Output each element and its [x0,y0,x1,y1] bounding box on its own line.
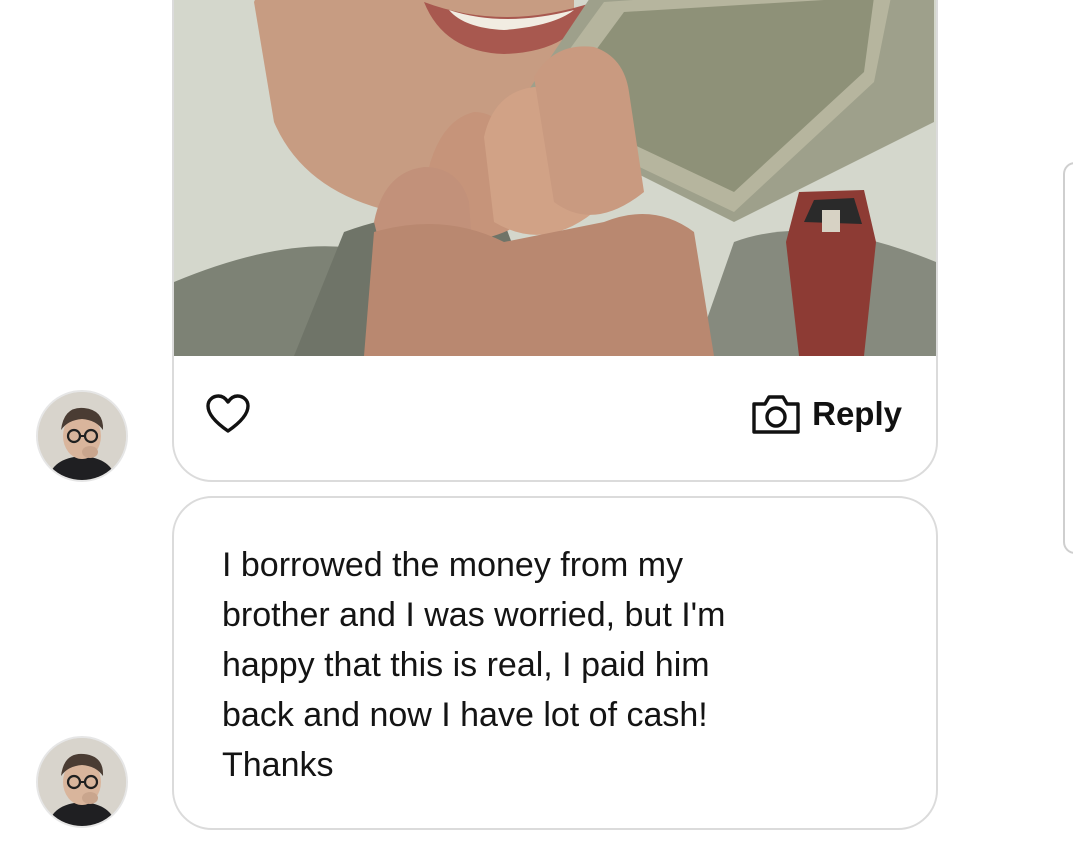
photo-image [174,0,936,356]
shared-photo[interactable] [174,0,936,356]
avatar-image [38,392,126,480]
message-line: happy that this is real, I paid him [222,646,710,684]
message-text: I borrowed the money from my brother and… [222,540,902,790]
photo-actions: Reply [174,356,936,480]
photo-message-bubble: Reply [172,0,938,482]
scrollbar[interactable] [1063,162,1073,554]
like-button[interactable] [206,394,250,434]
camera-icon [752,395,800,434]
sender-avatar[interactable] [36,736,128,828]
message-line: brother and I was worried, but I'm [222,596,726,634]
reply-button[interactable]: Reply [750,392,902,436]
sender-avatar[interactable] [36,390,128,482]
message-line: Thanks [222,746,334,784]
heart-outline-icon [206,394,250,433]
avatar-image [38,738,126,826]
message-line: I borrowed the money from my [222,546,684,584]
message-line: back and now I have lot of cash! [222,696,708,734]
text-message-bubble: I borrowed the money from my brother and… [172,496,938,830]
reply-label: Reply [812,395,902,432]
